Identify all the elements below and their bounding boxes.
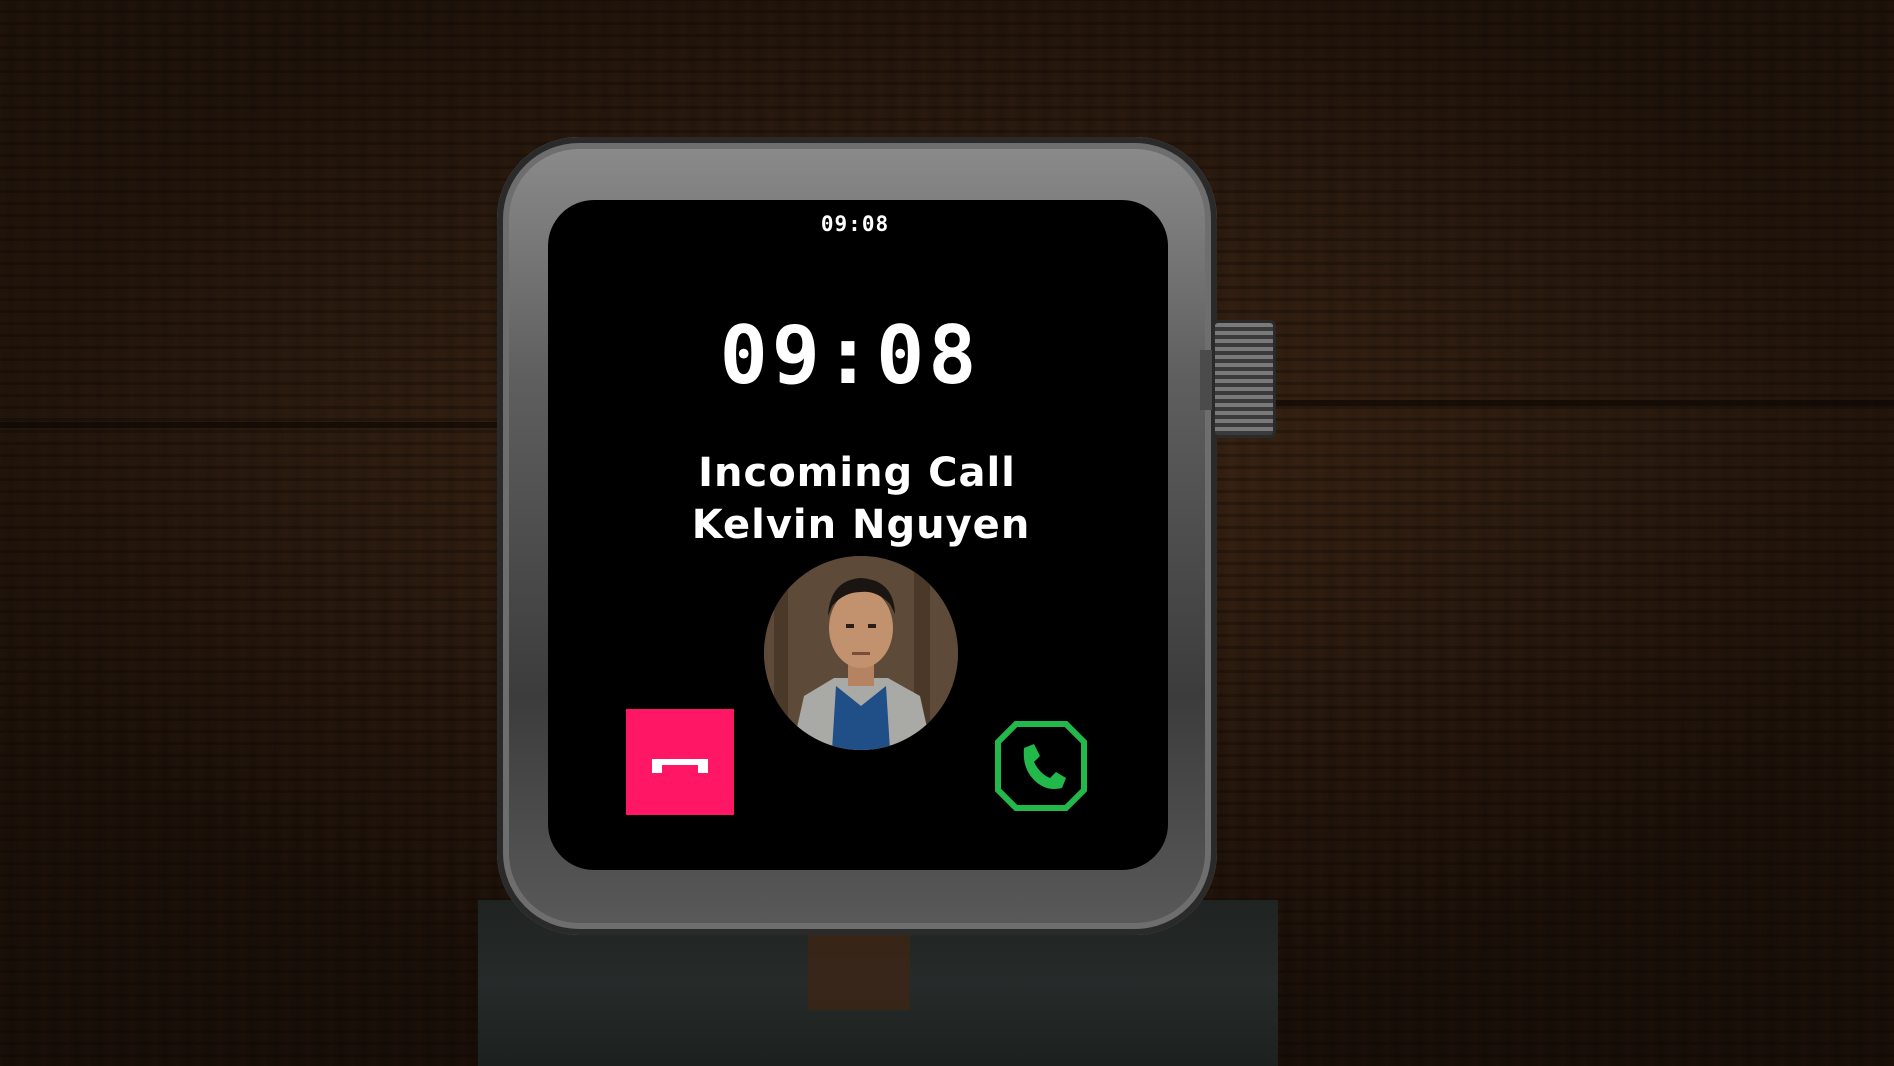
caller-avatar xyxy=(764,556,958,750)
phone-icon xyxy=(995,721,1087,811)
accept-call-button[interactable] xyxy=(994,720,1088,812)
person-portrait-icon xyxy=(764,556,958,750)
clock-time: 09:08 xyxy=(719,309,981,402)
caller-name: Kelvin Nguyen xyxy=(691,502,1031,548)
incoming-call-label: Incoming Call xyxy=(698,450,1016,496)
status-bar-time: 09:08 xyxy=(820,212,890,236)
plank-seam xyxy=(0,422,560,428)
decline-call-button[interactable] xyxy=(626,709,734,815)
hang-up-icon xyxy=(652,759,708,773)
plank-seam xyxy=(1270,400,1894,406)
strap-gap xyxy=(808,930,910,1010)
